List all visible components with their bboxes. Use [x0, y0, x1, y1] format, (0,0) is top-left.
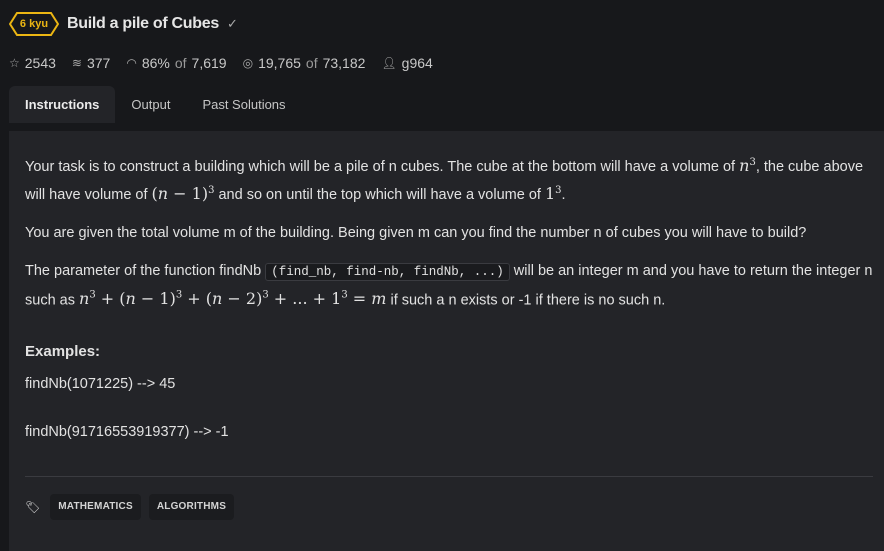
author-name: g964	[401, 55, 433, 71]
satisfaction-stat: ◠ 86% of 7,619	[126, 55, 226, 71]
math: (n − 1)	[151, 183, 209, 203]
tag-icon: 🏷︎	[25, 500, 41, 514]
user-icon: 👤︎	[381, 56, 397, 70]
votes-count: 7,619	[191, 55, 227, 71]
completed-count: 19,765	[258, 55, 301, 71]
examples-heading: Examples:	[25, 342, 101, 360]
kata-header: 6 kyu Build a pile of Cubes ✓	[9, 12, 238, 36]
divider	[25, 476, 873, 477]
tab-instructions[interactable]: Instructions	[9, 86, 116, 123]
text: if such a n exists or -1 if there is no …	[386, 291, 666, 308]
tab-past-solutions[interactable]: Past Solutions	[186, 86, 301, 123]
satisfaction-value: 86%	[141, 55, 170, 71]
tab-output[interactable]: Output	[115, 86, 186, 123]
gauge-icon: ◠	[126, 56, 137, 70]
attempts-count: 73,182	[322, 55, 366, 71]
of-label: of	[305, 55, 318, 71]
tabs: Instructions Output Past Solutions	[9, 86, 302, 123]
layers-icon: ≋	[71, 56, 82, 70]
math: 3	[555, 184, 562, 196]
instructions-panel: Your task is to construct a building whi…	[9, 131, 884, 551]
math: n	[739, 155, 750, 175]
target-icon: ◎	[242, 56, 254, 70]
tag-algorithms[interactable]: ALGORITHMS	[148, 494, 235, 520]
completed-stat: ◎ 19,765 of 73,182	[243, 55, 366, 71]
text: Your task is to construct a building whi…	[25, 158, 740, 175]
collections-stat[interactable]: ≋ 377	[72, 55, 110, 71]
star-icon: ☆	[9, 56, 20, 70]
completed-check-icon: ✓	[226, 16, 238, 31]
kata-stats: ☆ 2543 ≋ 377 ◠ 86% of 7,619 ◎ 19,765 of 73,182 👤…	[9, 55, 433, 71]
of-label: of	[174, 55, 187, 71]
example-1: findNb(1071225) --> 45	[25, 375, 176, 392]
kata-title: Build a pile of Cubes	[67, 15, 219, 32]
collections-count: 377	[86, 55, 111, 71]
rank-label: 6 kyu	[19, 18, 49, 30]
example-2: findNb(91716553919377) --> -1	[25, 423, 229, 440]
description-paragraph: Your task is to construct a building whi…	[25, 155, 864, 203]
tags: 🏷︎ MATHEMATICS ALGORITHMS	[25, 494, 235, 520]
stars-stat[interactable]: ☆ 2543	[9, 55, 56, 71]
math: 1	[544, 183, 556, 203]
stars-count: 2543	[24, 55, 56, 71]
rank-badge: 6 kyu	[9, 12, 59, 36]
inline-code: (find_nb, find-nb, findNb, ...)	[265, 262, 510, 281]
author-stat[interactable]: 👤︎ g964	[381, 55, 432, 71]
tag-mathematics[interactable]: MATHEMATICS	[50, 494, 141, 520]
text: The parameter of the function findNb	[25, 262, 266, 279]
text: and so on until the top which will have …	[214, 186, 545, 203]
math: n3 + (n − 1)3 + (n − 2)3 + ... + 13 = m	[79, 288, 387, 308]
description-paragraph: The parameter of the function findNb (fi…	[25, 259, 873, 312]
description-paragraph: You are given the total volume m of the …	[25, 224, 807, 241]
